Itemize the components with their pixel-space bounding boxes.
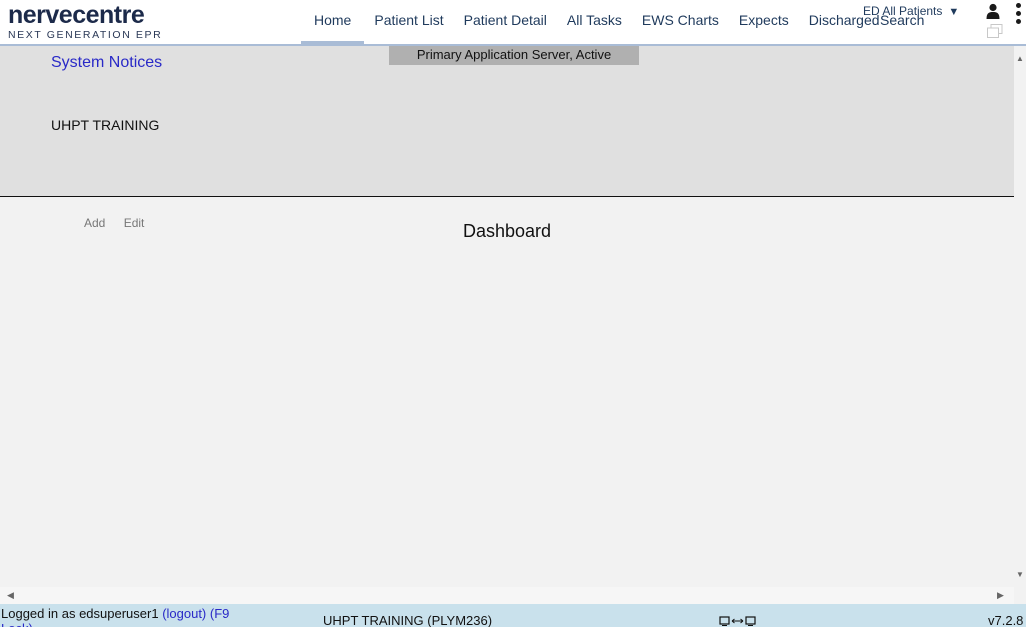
system-notices-panel: Primary Application Server, Active Syste…	[0, 46, 1014, 197]
horizontal-scrollbar[interactable]: ◀ ▶	[0, 587, 1014, 604]
caret-down-icon: ▼	[948, 6, 960, 18]
scroll-up-icon[interactable]: ▲	[1016, 54, 1024, 63]
system-notice-text: UHPT TRAINING	[51, 117, 160, 133]
version-label: v7.2.8	[988, 613, 1024, 627]
dashboard-title: Dashboard	[462, 221, 552, 241]
tab-expects[interactable]: Expects	[729, 0, 799, 44]
user-icon[interactable]	[986, 3, 1000, 19]
logo-wordmark: nervecentre	[8, 1, 145, 29]
nervecentre-logo[interactable]: nervecentre NEXT GENERATION EPR	[8, 2, 162, 41]
login-info: Logged in as edsuperuser1 (logout) (F9 L…	[1, 606, 241, 627]
app-header: nervecentre NEXT GENERATION EPR Home Pat…	[0, 0, 1026, 46]
tab-patient-list[interactable]: Patient List	[364, 0, 453, 44]
main-nav: Home Patient List Patient Detail All Tas…	[301, 0, 890, 44]
window-icon[interactable]	[987, 24, 1003, 38]
tab-ews-charts[interactable]: EWS Charts	[632, 0, 729, 44]
vertical-scrollbar[interactable]: ▲ ▼	[1014, 46, 1026, 587]
logo-tagline: NEXT GENERATION EPR	[8, 29, 163, 41]
ward-selector[interactable]: ED All Patients ▼	[863, 4, 959, 18]
scroll-down-icon[interactable]: ▼	[1016, 570, 1024, 579]
scroll-left-icon[interactable]: ◀	[7, 590, 14, 601]
server-status-badge: Primary Application Server, Active	[389, 46, 639, 65]
status-footer: Logged in as edsuperuser1 (logout) (F9 L…	[0, 604, 1026, 627]
scroll-right-icon[interactable]: ▶	[997, 590, 1004, 601]
tab-home[interactable]: Home	[301, 0, 365, 44]
ward-selector-label: ED All Patients	[863, 4, 943, 18]
tab-all-tasks[interactable]: All Tasks	[557, 0, 632, 44]
dual-monitor-icon[interactable]	[719, 616, 759, 626]
more-vertical-icon[interactable]	[1013, 3, 1023, 31]
tab-patient-detail[interactable]: Patient Detail	[454, 0, 557, 44]
logged-in-user: Logged in as edsuperuser1	[1, 606, 159, 621]
site-label: UHPT TRAINING (PLYM236)	[323, 613, 493, 627]
system-notices-title[interactable]: System Notices	[51, 54, 162, 72]
logout-link[interactable]: (logout)	[162, 606, 206, 621]
